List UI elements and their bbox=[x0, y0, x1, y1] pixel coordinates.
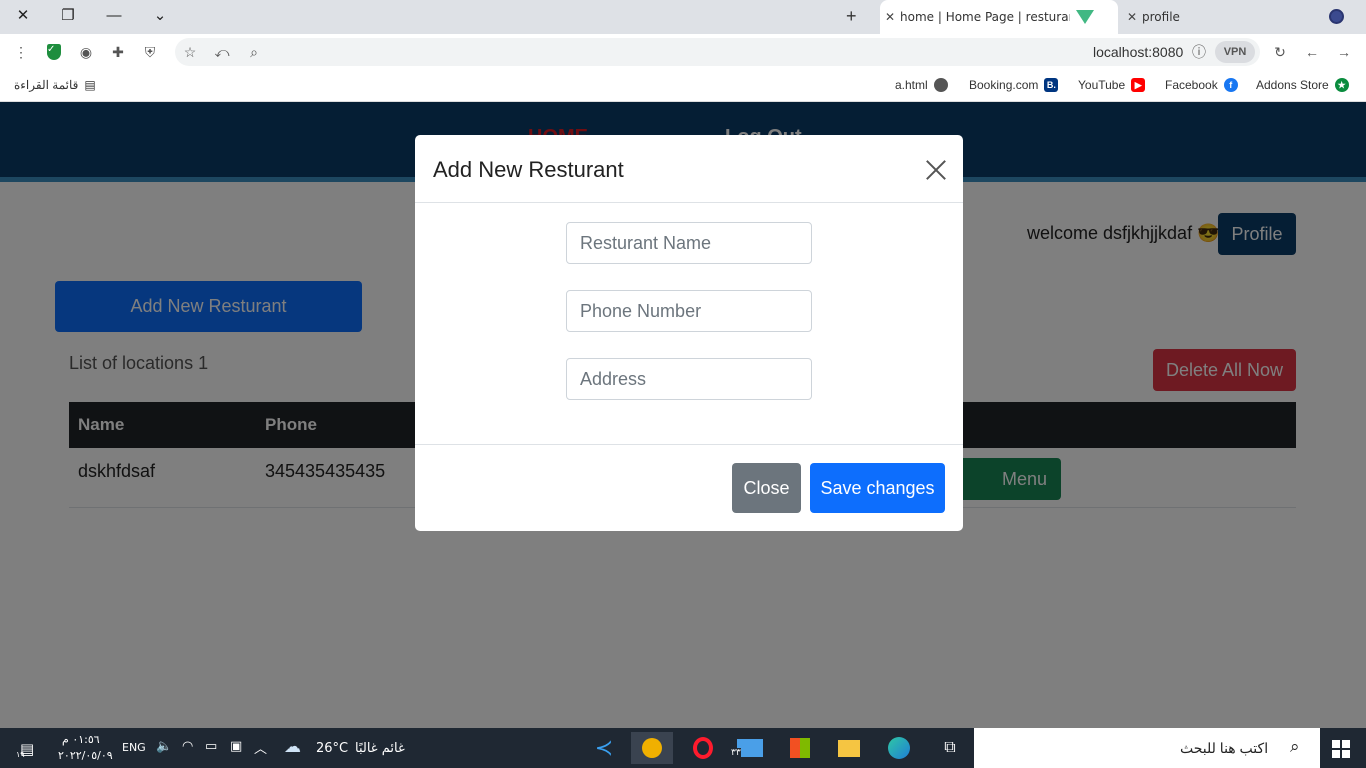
bookmark-addons-store[interactable]: Addons Store ★ bbox=[1256, 78, 1349, 92]
reading-list-icon: ▤ bbox=[84, 78, 96, 92]
phone-number-input[interactable] bbox=[566, 290, 812, 332]
tray-chevron-icon[interactable]: ︿ bbox=[254, 738, 267, 757]
zoom-icon[interactable]: ⌕ bbox=[244, 42, 264, 62]
tab-close-icon[interactable]: ✕ bbox=[880, 10, 900, 24]
reading-list-label: قائمة القراءة bbox=[14, 78, 79, 92]
wifi-icon[interactable]: ◠ bbox=[182, 739, 193, 754]
modal-header: Add New Resturant bbox=[415, 135, 963, 203]
clock-date[interactable]: ٢٠٢٢/٠٥/٠٩ bbox=[58, 749, 113, 762]
page-content: HOME Log Out welcome dsfjkhjjkdaf 😎 Prof… bbox=[0, 102, 1366, 728]
bookmark-label: YouTube bbox=[1078, 78, 1126, 92]
back-arrow-icon[interactable]: ← bbox=[1302, 42, 1322, 62]
windows-taskbar: ▤ ١٩ ٠١:٥٦ م ٢٠٢٢/٠٥/٠٩ ENG 🔈 ◠ ▭ ▣ ︿ ☁ … bbox=[0, 728, 1366, 768]
modal-footer: Close Save changes bbox=[415, 444, 963, 531]
search-placeholder[interactable]: اكتب هنا للبحث bbox=[1180, 740, 1268, 757]
restaurant-name-input[interactable] bbox=[566, 222, 812, 264]
bookmark-booking[interactable]: Booking.com B. bbox=[969, 78, 1059, 92]
bookmark-label: Booking.com bbox=[969, 78, 1039, 92]
menu-dots-icon[interactable]: ⋮ bbox=[11, 42, 31, 62]
bookmark-youtube[interactable]: YouTube ▶ bbox=[1078, 78, 1146, 92]
taskbar-search-box[interactable] bbox=[974, 728, 1320, 768]
reload-icon[interactable]: ↻ bbox=[1270, 42, 1290, 62]
store-app-icon[interactable] bbox=[783, 732, 817, 764]
bookmark-label: Addons Store bbox=[1256, 78, 1329, 92]
minimize-window-icon[interactable]: — bbox=[91, 0, 137, 30]
addons-store-icon: ★ bbox=[1334, 78, 1349, 92]
booking-icon: B. bbox=[1044, 78, 1059, 92]
new-tab-icon[interactable]: + bbox=[846, 6, 857, 27]
globe-icon bbox=[933, 78, 948, 92]
tab-profile[interactable]: ✕ profile bbox=[1122, 0, 1312, 34]
file-explorer-icon[interactable] bbox=[832, 732, 866, 764]
vpn-badge[interactable]: VPN bbox=[1215, 41, 1255, 63]
security-shield-icon[interactable]: ✓ bbox=[44, 42, 64, 62]
close-icon[interactable] bbox=[923, 157, 949, 183]
tab-title: home | Home Page | resturant sy bbox=[900, 10, 1070, 24]
temperature[interactable]: 26°C bbox=[316, 741, 348, 756]
edge-app-icon[interactable] bbox=[882, 732, 916, 764]
site-info-icon[interactable]: ⓘ bbox=[1189, 42, 1209, 62]
meet-icon[interactable]: ▣ bbox=[230, 739, 242, 754]
forward-arrow-icon[interactable]: → bbox=[1334, 42, 1354, 62]
weather-text[interactable]: غائم غالبًا bbox=[355, 741, 405, 756]
extensions-icon[interactable]: ✚ bbox=[108, 42, 128, 62]
mail-count: ٣٣ bbox=[731, 748, 741, 758]
youtube-icon: ▶ bbox=[1131, 78, 1146, 92]
bookmark-label: a.html bbox=[895, 78, 928, 92]
opera-app-icon[interactable] bbox=[686, 732, 720, 764]
battery-icon[interactable]: ▭ bbox=[205, 739, 217, 754]
tab-home[interactable]: ✕ home | Home Page | resturant sy bbox=[880, 0, 1118, 34]
close-button[interactable]: Close bbox=[732, 463, 801, 513]
tab-list-chevron-icon[interactable]: ⌄ bbox=[137, 0, 183, 30]
bookmark-facebook[interactable]: Facebook f bbox=[1165, 78, 1238, 92]
task-view-icon[interactable]: ⧉ bbox=[933, 732, 967, 764]
adblock-icon[interactable]: ⛨ bbox=[140, 42, 160, 62]
modal-title: Add New Resturant bbox=[433, 157, 624, 182]
add-restaurant-modal: Add New Resturant Close Save changes bbox=[415, 135, 963, 531]
url-text[interactable]: localhost:8080 bbox=[1093, 44, 1183, 60]
globe-favicon-icon bbox=[1329, 9, 1344, 24]
volume-icon[interactable]: 🔈 bbox=[156, 739, 172, 754]
search-icon[interactable]: ⌕ bbox=[1290, 737, 1300, 757]
weather-cloud-icon: ☁ bbox=[284, 737, 301, 757]
bookmark-star-icon[interactable]: ☆ bbox=[180, 42, 200, 62]
save-changes-button[interactable]: Save changes bbox=[810, 463, 945, 513]
windows-start-icon[interactable] bbox=[1332, 740, 1350, 758]
browser-toolbar: ⋮ ✓ ◉ ✚ ⛨ ☆ ⤺ ⌕ localhost:8080 ⓘ VPN ↻ ←… bbox=[0, 34, 1366, 70]
bookmark-label: Facebook bbox=[1165, 78, 1218, 92]
profile-icon[interactable]: ◉ bbox=[76, 42, 96, 62]
language-indicator[interactable]: ENG bbox=[122, 741, 146, 754]
share-icon[interactable]: ⤺ bbox=[212, 42, 232, 62]
tab-close-icon[interactable]: ✕ bbox=[1122, 10, 1142, 24]
address-input[interactable] bbox=[566, 358, 812, 400]
bookmark-a-html[interactable]: a.html bbox=[895, 78, 948, 92]
clock-time[interactable]: ٠١:٥٦ م bbox=[62, 733, 100, 746]
bookmarks-bar: قائمة القراءة ▤ a.html Booking.com B. Yo… bbox=[0, 70, 1366, 102]
facebook-icon: f bbox=[1223, 78, 1238, 92]
reading-list[interactable]: قائمة القراءة ▤ bbox=[14, 78, 96, 92]
restore-window-icon[interactable]: ❐ bbox=[45, 0, 91, 30]
close-window-icon[interactable]: ✕ bbox=[0, 0, 46, 30]
vscode-app-icon[interactable]: ≺ bbox=[587, 732, 621, 764]
brave-app-icon[interactable] bbox=[631, 732, 673, 764]
vue-favicon-icon bbox=[1076, 10, 1094, 24]
tab-title: profile bbox=[1142, 10, 1180, 24]
browser-tab-bar: ✕ ❐ — ⌄ + ✕ home | Home Page | resturant… bbox=[0, 0, 1366, 34]
notification-count: ١٩ bbox=[16, 750, 25, 759]
